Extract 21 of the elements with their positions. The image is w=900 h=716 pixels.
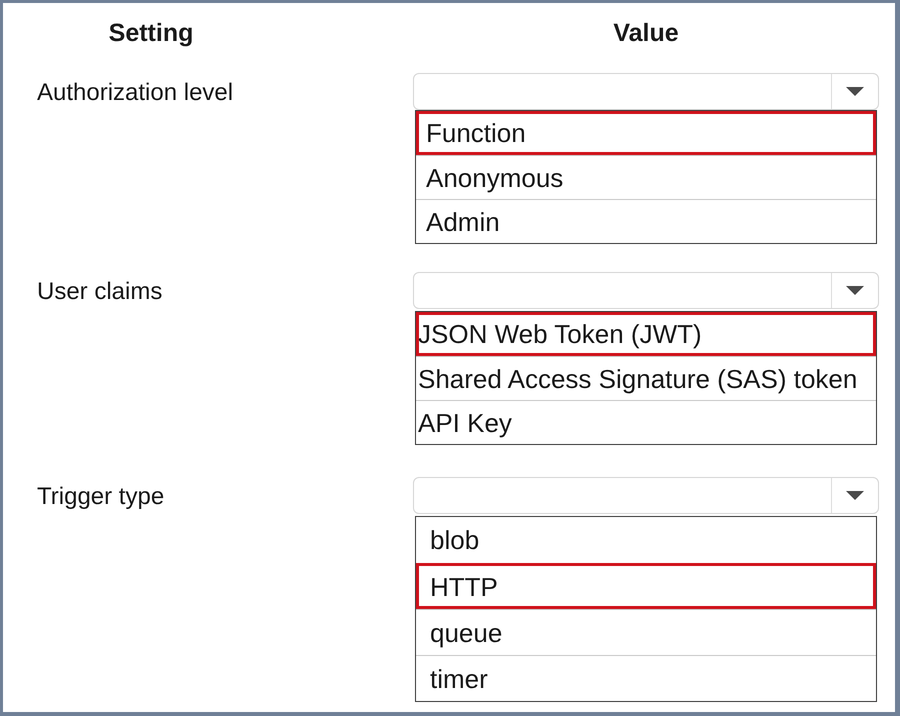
dropdown-field[interactable] xyxy=(413,272,879,309)
dropdown-option[interactable]: queue xyxy=(416,609,876,655)
caret-icon xyxy=(846,286,864,295)
caret-icon xyxy=(846,87,864,96)
column-header: Setting xyxy=(108,18,194,49)
column-header: Value xyxy=(612,18,680,49)
setting-label: User claims xyxy=(37,278,162,305)
dropdown-option[interactable]: Shared Access Signature (SAS) token xyxy=(416,356,876,400)
dropdown-option[interactable]: Admin xyxy=(416,199,876,243)
setting-label: Authorization level xyxy=(37,79,234,106)
dropdown-field[interactable] xyxy=(413,477,879,514)
dropdown-option[interactable]: JSON Web Token (JWT) xyxy=(416,312,876,356)
dropdown-option[interactable]: Anonymous xyxy=(416,155,876,199)
setting-label: Trigger type xyxy=(37,483,164,510)
dropdown-option[interactable]: timer xyxy=(416,655,876,701)
dropdown-option[interactable]: Function xyxy=(416,111,876,155)
dropdown-option[interactable]: HTTP xyxy=(416,563,876,609)
dropdown-option[interactable]: blob xyxy=(416,517,876,563)
dropdown-option[interactable]: API Key xyxy=(416,400,876,444)
dropdown-field[interactable] xyxy=(413,73,879,110)
caret-icon xyxy=(846,491,864,500)
